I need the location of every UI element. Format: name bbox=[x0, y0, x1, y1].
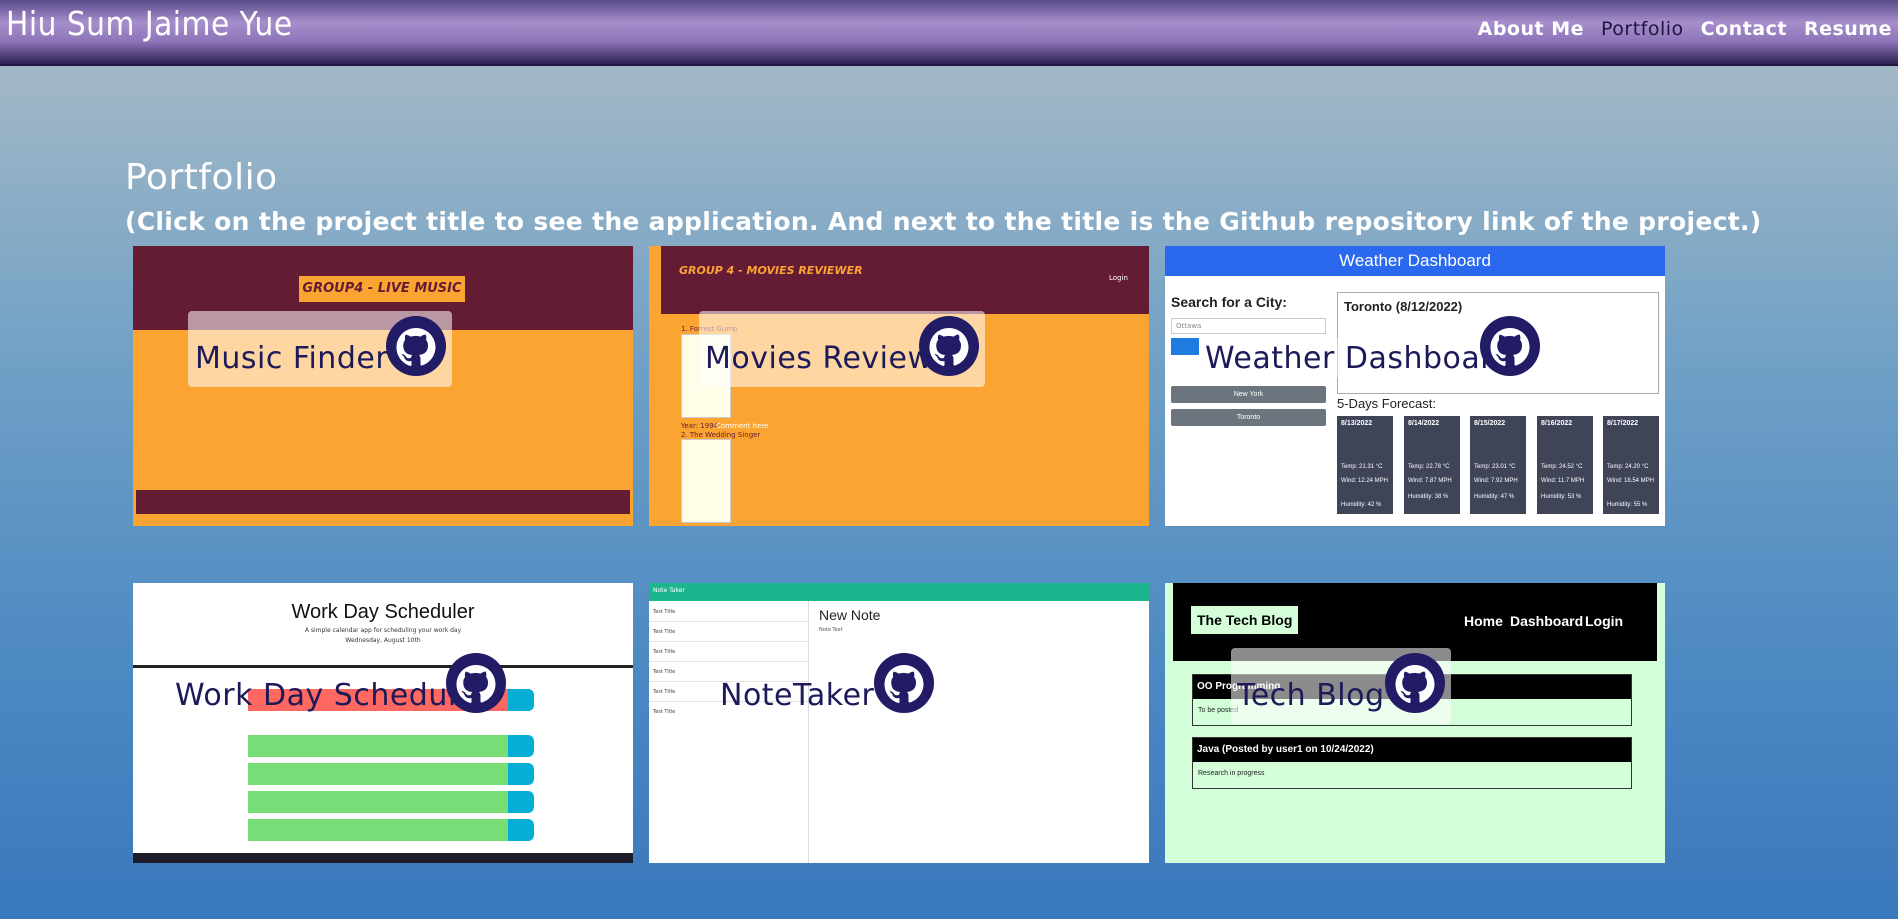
project-card-movies-review: GROUP 4 - MOVIES REVIEWER Login 1. Forre… bbox=[649, 246, 1149, 526]
project-card-weather-dashboard: Weather Dashboard Search for a City: Ott… bbox=[1165, 246, 1665, 526]
project-title-link[interactable]: Music Finder bbox=[195, 341, 388, 376]
github-icon[interactable] bbox=[446, 653, 506, 713]
project-title-link[interactable]: NoteTaker bbox=[720, 678, 874, 713]
github-icon[interactable] bbox=[919, 316, 979, 376]
github-icon[interactable] bbox=[874, 653, 934, 713]
nav-portfolio[interactable]: Portfolio bbox=[1601, 18, 1684, 40]
project-screenshot: Work Day Scheduler A simple calendar app… bbox=[133, 583, 633, 863]
project-screenshot: Note Taker Test Title Test Title Test Ti… bbox=[649, 583, 1149, 863]
project-screenshot: Weather Dashboard Search for a City: Ott… bbox=[1165, 246, 1665, 526]
poster-image bbox=[681, 439, 731, 523]
main-nav: About Me Portfolio Contact Resume bbox=[1478, 18, 1892, 40]
screenshot-badge: GROUP 4 - MOVIES REVIEWER bbox=[679, 264, 863, 277]
project-card-work-day-schedule: Work Day Scheduler A simple calendar app… bbox=[133, 583, 633, 863]
project-card-notetaker: Note Taker Test Title Test Title Test Ti… bbox=[649, 583, 1149, 863]
project-card-tech-blog: The Tech Blog Home Dashboard Login OO Pr… bbox=[1165, 583, 1665, 863]
project-title-link[interactable]: Tech Blog bbox=[1237, 678, 1385, 713]
project-title-link[interactable]: Weather Dashboard bbox=[1205, 341, 1512, 376]
page-title: Portfolio bbox=[125, 157, 278, 198]
github-icon[interactable] bbox=[1385, 653, 1445, 713]
project-title-link[interactable]: Work Day Schedule bbox=[175, 678, 476, 713]
github-icon[interactable] bbox=[1480, 316, 1540, 376]
project-title-link[interactable]: Movies Review bbox=[705, 341, 933, 376]
nav-about-me[interactable]: About Me bbox=[1478, 18, 1584, 40]
nav-resume[interactable]: Resume bbox=[1804, 18, 1892, 40]
site-header: Hiu Sum Jaime Yue About Me Portfolio Con… bbox=[0, 0, 1898, 66]
project-card-music-finder: GROUP4 - LIVE MUSIC FINDER Music Finder bbox=[133, 246, 633, 526]
page-subtitle: (Click on the project title to see the a… bbox=[125, 207, 1762, 236]
github-icon[interactable] bbox=[386, 316, 446, 376]
site-brand[interactable]: Hiu Sum Jaime Yue bbox=[6, 4, 293, 43]
screenshot-badge: GROUP4 - LIVE MUSIC FINDER bbox=[299, 276, 465, 322]
nav-contact[interactable]: Contact bbox=[1701, 18, 1787, 40]
